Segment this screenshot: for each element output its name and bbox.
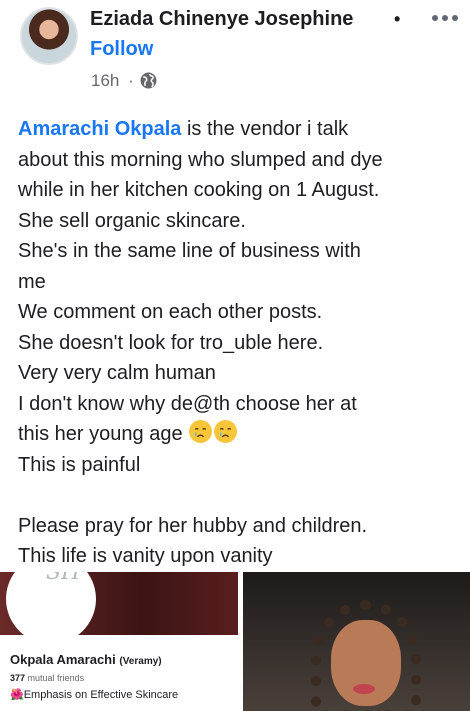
post-line: Please pray for her hubby and children.: [18, 514, 368, 537]
crying-face-icon: [189, 420, 213, 443]
post-line: Amarachi Okpala is the vendor i talk: [18, 114, 466, 145]
post-header: Eziada Chinenye Josephine • Follow 16h ·: [0, 0, 470, 96]
mutual-count: 377: [10, 673, 26, 683]
attached-photo-left[interactable]: SH Okpala Amarachi (Veramy) 377 mutual f…: [0, 572, 238, 711]
post-line: She sell organic skincare.: [18, 209, 246, 232]
post-text: this her young age: [18, 423, 183, 445]
post-body: Amarachi Okpala is the vendor i talk abo…: [18, 114, 466, 572]
post-line: this her young age: [18, 419, 466, 450]
post-time[interactable]: 16h: [91, 71, 119, 90]
post-line: Very very calm human: [18, 362, 216, 384]
mutual-friends: 377 mutual friends: [10, 673, 84, 683]
logo-text: SH: [46, 572, 81, 585]
post-meta: 16h ·: [91, 71, 134, 91]
profile-bio: 🌺Emphasis on Effective Skincare: [10, 689, 179, 701]
author-avatar[interactable]: [20, 7, 78, 65]
separator-dot: •: [394, 9, 401, 29]
more-options-icon[interactable]: [430, 7, 460, 27]
globe-icon: [140, 72, 157, 89]
profile-alias-text: (Veramy): [119, 656, 162, 667]
post-line: She's in the same line of business with: [18, 240, 361, 262]
post-text: is the vendor i talk: [181, 118, 349, 140]
profile-name-text: Okpala Amarachi: [10, 652, 116, 667]
post-line: about this morning who slumped and dye: [18, 148, 383, 171]
post-line: I don't know why de@th choose her at: [18, 392, 357, 415]
photo-lips: [353, 684, 375, 694]
post-line: while in her kitchen cooking on 1 August…: [18, 179, 380, 201]
mutual-label: mutual friends: [27, 673, 85, 683]
post-line: me: [18, 270, 46, 293]
post-line: We comment on each other posts.: [18, 301, 323, 323]
crying-face-icon: [214, 420, 238, 443]
post-line: This life is vanity upon vanity: [18, 545, 273, 567]
post-line: This is painful: [18, 453, 141, 476]
meta-dot: ·: [128, 71, 134, 90]
attached-photo-right[interactable]: [243, 572, 470, 711]
mention-link[interactable]: Amarachi Okpala: [18, 118, 181, 140]
post-line: She doesn't look for tro_uble here.: [18, 331, 324, 354]
follow-button[interactable]: Follow: [90, 38, 153, 61]
author-name[interactable]: Eziada Chinenye Josephine: [90, 8, 353, 31]
screenshot-profile-name: Okpala Amarachi (Veramy): [10, 652, 162, 667]
